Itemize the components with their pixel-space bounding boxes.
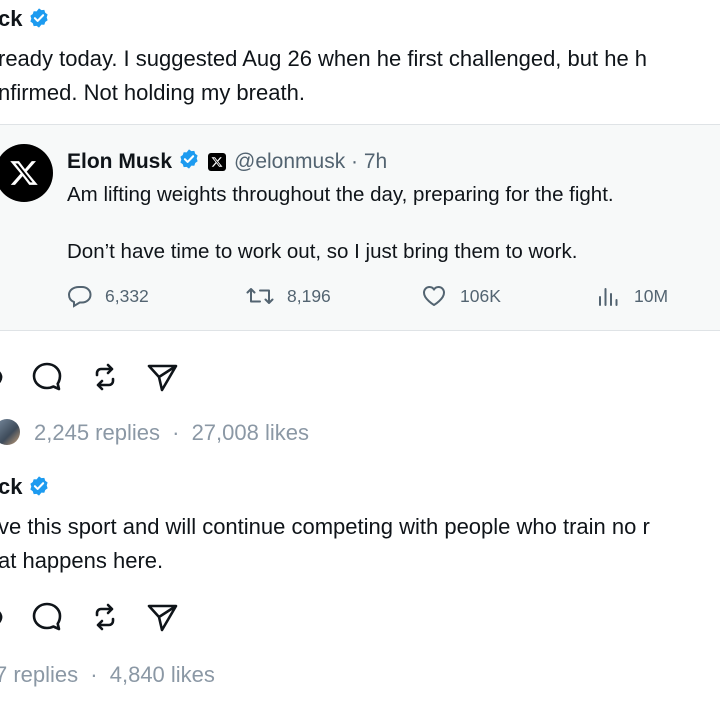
repost-icon [246, 288, 274, 304]
separator-dot: · [172, 420, 180, 445]
post1-replies-link[interactable]: 2,245 replies [34, 420, 160, 445]
views-icon [599, 288, 618, 306]
separator-dot: · [90, 662, 98, 687]
post1-author[interactable]: ck [0, 6, 50, 35]
heart-icon[interactable] [0, 602, 6, 632]
comment-icon [67, 286, 92, 308]
repost-count: 8,196 [287, 285, 331, 306]
verified-badge-icon [178, 148, 200, 176]
like-count: 106K [460, 285, 501, 306]
heart-icon [423, 286, 445, 306]
quoted-post-header: Elon Musk @elonmusk · 7h [67, 148, 387, 176]
reply-stat[interactable]: 6,332 [67, 284, 149, 308]
post2-author[interactable]: ck [0, 474, 50, 503]
verified-badge-icon [28, 7, 50, 35]
like-stat[interactable]: 106K [420, 284, 501, 308]
repost-stat[interactable]: 8,196 [245, 284, 331, 308]
post2-action-bar [0, 594, 720, 638]
post2-likes-count[interactable]: 4,840 likes [110, 662, 215, 687]
repost-icon[interactable] [88, 360, 122, 394]
comment-icon[interactable] [30, 600, 64, 634]
post1-likes-count[interactable]: 27,008 likes [192, 420, 309, 445]
reply-count: 6,332 [105, 285, 149, 306]
heart-icon[interactable] [0, 362, 6, 392]
share-icon[interactable] [145, 360, 179, 394]
views-stat[interactable]: 10M [596, 284, 668, 308]
post2-text-line2: at happens here. [0, 548, 164, 573]
post1-footer: 2,245 replies · 27,008 likes [34, 420, 309, 446]
comment-icon[interactable] [30, 360, 64, 394]
quoted-handle-time: @elonmusk · 7h [234, 150, 388, 173]
repost-icon[interactable] [88, 600, 122, 634]
quoted-text-line1: Am lifting weights throughout the day, p… [67, 183, 614, 206]
quoted-author-name[interactable]: Elon Musk [67, 150, 172, 174]
post1-text-line1: ready today. I suggested Aug 26 when he … [0, 46, 648, 71]
post2-replies-link[interactable]: 7 replies [0, 662, 78, 687]
quoted-text-line2: Don’t have time to work out, so I just b… [67, 240, 578, 263]
post2-text-line1: ve this sport and will continue competin… [0, 514, 650, 539]
post1-text-line2: nfirmed. Not holding my breath. [0, 80, 305, 105]
post1-author-name[interactable]: ck [0, 6, 22, 31]
verified-badge-icon [28, 475, 50, 503]
avatar[interactable] [0, 419, 20, 445]
post1-action-bar [0, 354, 720, 398]
post2-author-name[interactable]: ck [0, 474, 22, 499]
x-affiliation-badge-icon [208, 153, 227, 171]
post2-footer: 7 replies · 4,840 likes [0, 662, 215, 688]
share-icon[interactable] [145, 600, 179, 634]
view-count: 10M [634, 285, 669, 306]
